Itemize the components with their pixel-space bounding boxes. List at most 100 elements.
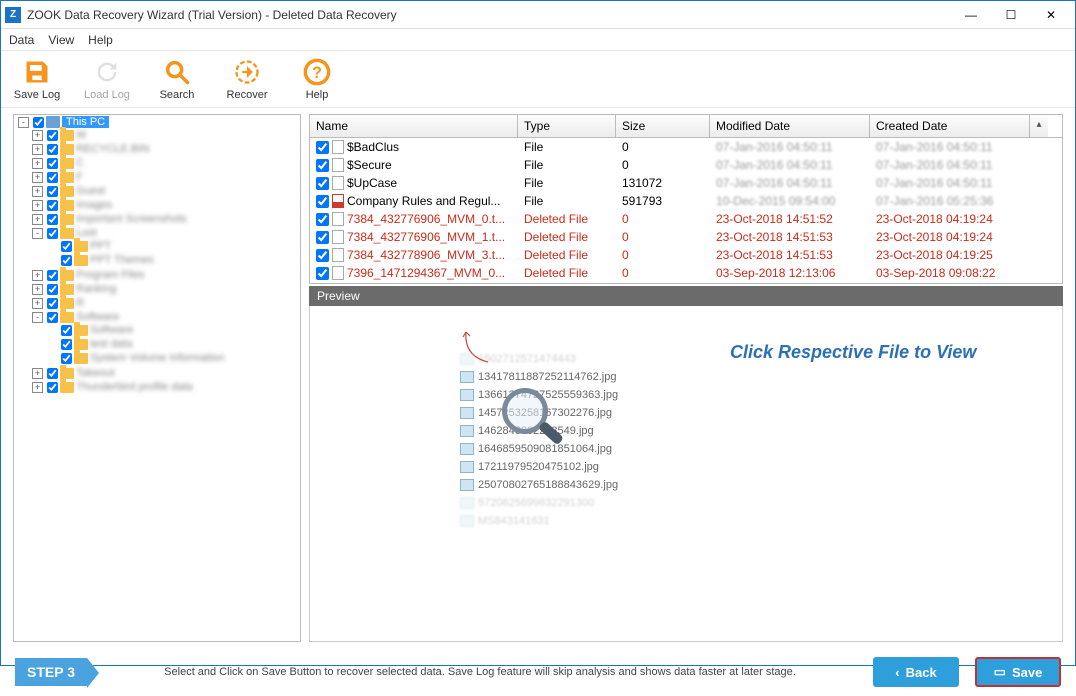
close-button[interactable]: ✕ [1031,2,1071,28]
file-type: File [518,194,616,208]
thumbnail-icon [460,353,474,365]
row-checkbox[interactable] [316,267,329,280]
tree-checkbox[interactable] [47,270,58,281]
tree-checkbox[interactable] [61,325,72,336]
col-size[interactable]: Size [616,115,710,137]
tree-checkbox[interactable] [47,130,58,141]
tree-item-label[interactable]: R [76,297,84,309]
tree-checkbox[interactable] [61,255,72,266]
expand-icon[interactable]: - [32,228,43,239]
tree-item-label[interactable]: Program Files [76,269,144,281]
tree-item-label[interactable]: Ranking [76,283,116,295]
expand-icon[interactable]: + [32,172,43,183]
expand-icon[interactable]: + [32,200,43,211]
tree-checkbox[interactable] [47,298,58,309]
col-type[interactable]: Type [518,115,616,137]
expand-icon[interactable]: + [32,382,43,393]
tree-checkbox[interactable] [47,312,58,323]
scroll-up-icon[interactable]: ▴ [1030,115,1048,137]
row-checkbox[interactable] [316,249,329,262]
expand-icon[interactable]: + [32,186,43,197]
minimize-button[interactable]: — [951,2,991,28]
file-created: 07-Jan-2016 04:50:11 [870,158,1030,172]
table-row[interactable]: 7384_432776906_MVM_0.t...Deleted File023… [310,210,1062,228]
table-row[interactable]: $UpCaseFile13107207-Jan-2016 04:50:1107-… [310,174,1062,192]
search-button[interactable]: Search [153,57,201,101]
collapse-icon[interactable]: - [18,117,29,128]
tree-checkbox[interactable] [47,186,58,197]
file-type: File [518,140,616,154]
tree-item-label[interactable]: Important Screenshots [76,213,187,225]
expand-icon[interactable]: + [32,270,43,281]
col-name[interactable]: Name [310,115,518,137]
tree-item-label[interactable]: RECYCLE.BIN [76,143,149,155]
row-checkbox[interactable] [316,195,329,208]
file-name: $BadClus [347,140,399,154]
back-button[interactable]: ‹ Back [873,657,959,687]
tree-checkbox[interactable] [47,284,58,295]
menu-view[interactable]: View [48,33,74,47]
menu-help[interactable]: Help [88,33,113,47]
thumbnail-icon [460,479,474,491]
table-row[interactable]: 7384_432778906_MVM_3.t...Deleted File023… [310,246,1062,264]
tree-item-label[interactable]: PPT Themes [90,254,154,266]
tree-root-label[interactable]: This PC [62,116,109,128]
tree-checkbox[interactable] [47,158,58,169]
tree-item-label[interactable]: W [76,129,86,141]
tree-item-label[interactable]: test data [90,338,132,350]
table-body[interactable]: $BadClusFile007-Jan-2016 04:50:1107-Jan-… [310,138,1062,283]
tree-checkbox[interactable] [47,200,58,211]
recover-button[interactable]: Recover [223,57,271,101]
expand-icon[interactable]: + [32,368,43,379]
expand-icon[interactable]: + [32,284,43,295]
tree-item-label[interactable]: Takeout [76,367,115,379]
tree-item-label[interactable]: F [76,171,83,183]
menu-data[interactable]: Data [9,33,34,47]
col-modified[interactable]: Modified Date [710,115,870,137]
row-checkbox[interactable] [316,159,329,172]
save-log-button[interactable]: Save Log [13,57,61,101]
row-checkbox[interactable] [316,177,329,190]
expand-icon[interactable]: + [32,130,43,141]
right-pane: Name Type Size Modified Date Created Dat… [309,114,1063,642]
help-button[interactable]: ? Help [293,57,341,101]
tree-item-label[interactable]: Thunderbird profile data [76,381,193,393]
tree-checkbox[interactable] [61,339,72,350]
save-button[interactable]: ▭ Save [975,657,1061,687]
table-row[interactable]: 7384_432776906_MVM_1.t...Deleted File023… [310,228,1062,246]
tree-checkbox[interactable] [47,228,58,239]
table-row[interactable]: Company Rules and Regul...File59179310-D… [310,192,1062,210]
table-row[interactable]: $SecureFile007-Jan-2016 04:50:1107-Jan-2… [310,156,1062,174]
tree-checkbox[interactable] [47,214,58,225]
tree-checkbox[interactable] [47,382,58,393]
row-checkbox[interactable] [316,141,329,154]
tree-item-label[interactable]: Software [76,311,119,323]
row-checkbox[interactable] [316,231,329,244]
tree-checkbox[interactable] [61,353,72,364]
file-modified: 07-Jan-2016 04:50:11 [710,158,870,172]
row-checkbox[interactable] [316,213,329,226]
file-name: $UpCase [347,176,397,190]
tree-root-checkbox[interactable] [33,117,44,128]
tree-item-label[interactable]: C [76,157,84,169]
maximize-button[interactable]: ☐ [991,2,1031,28]
folder-icon [60,186,74,197]
tree-item-label[interactable]: PPT [90,240,111,252]
expand-icon[interactable]: + [32,158,43,169]
tree-checkbox[interactable] [47,144,58,155]
table-row[interactable]: 7396_1471294367_MVM_0...Deleted File003-… [310,264,1062,282]
col-created[interactable]: Created Date [870,115,1030,137]
expand-icon[interactable]: + [32,214,43,225]
tree-checkbox[interactable] [47,172,58,183]
table-row[interactable]: $BadClusFile007-Jan-2016 04:50:1107-Jan-… [310,138,1062,156]
expand-icon[interactable]: - [32,312,43,323]
tree-item-label[interactable]: Guest [76,185,105,197]
expand-icon[interactable]: + [32,298,43,309]
tree-item-label[interactable]: Images [76,199,112,211]
tree-item-label[interactable]: System Volume Information [90,352,225,364]
tree-checkbox[interactable] [61,241,72,252]
tree-checkbox[interactable] [47,368,58,379]
tree-item-label[interactable]: Software [90,324,133,336]
folder-tree[interactable]: - This PC + W + RECYCLE.BIN + C + F + Guest + Image… [13,114,301,642]
expand-icon[interactable]: + [32,144,43,155]
